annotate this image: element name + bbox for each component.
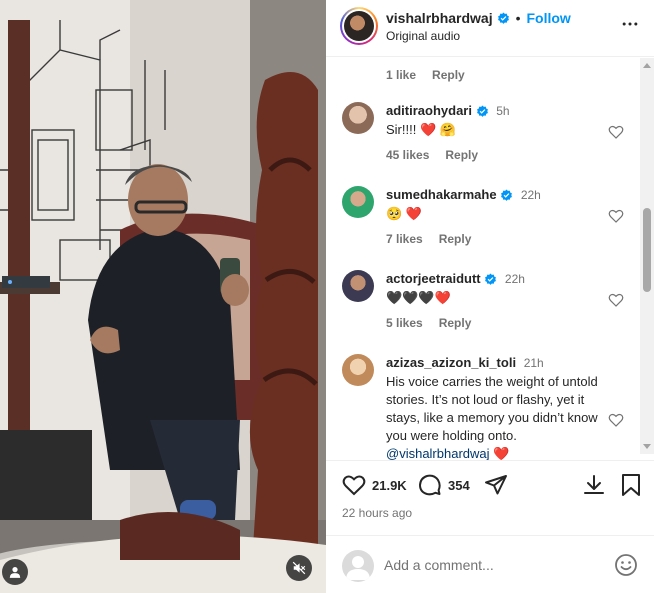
comment-item: azizas_azizon_ki_toli 21h His voice carr… [342,354,642,460]
comment-item: sumedhakarmahe 22h 🥺 ❤️ 7 likes Reply [342,186,642,256]
comment-emoji: ❤️ [493,446,510,460]
like-count[interactable]: 21.9K [372,478,407,493]
comment-like-heart-icon[interactable] [608,124,624,140]
tagged-users-button[interactable] [2,559,28,585]
comments-list[interactable]: 1 like Reply aditirаohydari 5h Sir!!!! ❤… [326,58,642,460]
comment-meta: 45 likes Reply [386,148,608,162]
comment-like-count[interactable]: 5 likes [386,316,423,330]
scroll-up-arrow-icon[interactable] [643,63,651,68]
commenter-username[interactable]: actorjeetraidutt [386,271,481,286]
comment-text: His voice carries the weight of untold s… [386,373,608,460]
reply-button[interactable]: Reply [432,68,465,82]
more-options-icon[interactable] [620,14,640,34]
add-comment-input[interactable] [384,554,604,576]
current-user-avatar [342,550,374,582]
heart-icon [342,475,366,496]
commenter-avatar[interactable] [342,354,374,386]
comment-like-count[interactable]: 45 likes [386,148,429,162]
emoji-icon[interactable] [614,553,638,577]
comment-item: aditirаohydari 5h Sir!!!! ❤️ 🤗 45 likes … [342,102,642,172]
comments-scrollbar[interactable] [640,58,654,454]
scrollbar-thumb[interactable] [643,208,651,292]
comment-text: Sir!!!! ❤️ 🤗 [386,122,456,137]
previous-comment-meta: 1 like Reply [386,68,465,82]
comment-like-heart-icon[interactable] [608,292,624,308]
comment-text: 🥺 ❤️ [386,206,422,221]
post-actions: 21.9K 354 22 hours ago [326,460,654,535]
comment-like-heart-icon[interactable] [608,412,624,428]
comment-time: 5h [496,104,510,118]
comment-text: 🖤🖤🖤❤️ [386,290,451,305]
comment-button[interactable]: 354 [418,473,470,497]
author-username[interactable]: vishalrbhardwaj [386,10,493,26]
like-button[interactable]: 21.9K [342,473,407,497]
comment-count: 354 [448,477,470,493]
video-frame [0,0,326,593]
separator-dot: • [515,10,521,26]
user-icon [9,567,21,578]
comment-time: 21h [523,356,544,370]
bookmark-icon [622,474,640,496]
speaker-muted-icon [292,561,306,575]
comment-time: 22h [504,272,525,286]
commenter-username[interactable]: aditirаohydari [386,103,472,118]
comment-meta: 5 likes Reply [386,316,608,330]
comment-meta: 7 likes Reply [386,232,608,246]
commenter-username[interactable]: sumedhakarmahe [386,187,497,202]
post-side-panel: vishalrbhardwaj • Follow Original audio … [326,0,654,593]
reply-button[interactable]: Reply [439,232,472,246]
paper-plane-icon [485,475,507,495]
comment-time: 22h [520,188,541,202]
reply-button[interactable]: Reply [439,316,472,330]
commenter-avatar[interactable] [342,270,374,302]
mention-link[interactable]: @vishalrbhardwaj [386,446,490,460]
comment-item: actorjeetraidutt 22h 🖤🖤🖤❤️ 5 likes Reply [342,270,642,340]
follow-button[interactable]: Follow [527,10,571,26]
commenter-username[interactable]: azizas_azizon_ki_toli [386,355,516,370]
verified-badge-icon [476,105,488,117]
comment-like-count[interactable]: 1 like [386,68,416,82]
verified-badge-icon [501,189,513,201]
save-button[interactable] [620,473,642,497]
comment-like-heart-icon[interactable] [608,208,624,224]
default-avatar-icon [346,556,370,580]
add-comment-bar [326,535,654,593]
commenter-avatar[interactable] [342,102,374,134]
comment-like-count[interactable]: 7 likes [386,232,423,246]
download-icon [584,475,604,494]
comment-bubble-icon [419,474,441,496]
scroll-down-arrow-icon[interactable] [643,444,651,449]
post-header: vishalrbhardwaj • Follow Original audio [326,0,654,57]
commenter-avatar[interactable] [342,186,374,218]
original-audio-link[interactable]: Original audio [386,29,460,43]
reply-button[interactable]: Reply [445,148,478,162]
author-avatar[interactable] [340,7,378,45]
verified-badge-icon [497,12,509,24]
share-button[interactable] [484,473,508,497]
comment-text-body: His voice carries the weight of untold s… [386,374,598,443]
post-time[interactable]: 22 hours ago [342,506,412,520]
verified-badge-icon [485,273,497,285]
author-line: vishalrbhardwaj • Follow [386,10,571,26]
mute-button[interactable] [286,555,312,581]
reel-video[interactable] [0,0,326,593]
download-button[interactable] [582,473,606,497]
